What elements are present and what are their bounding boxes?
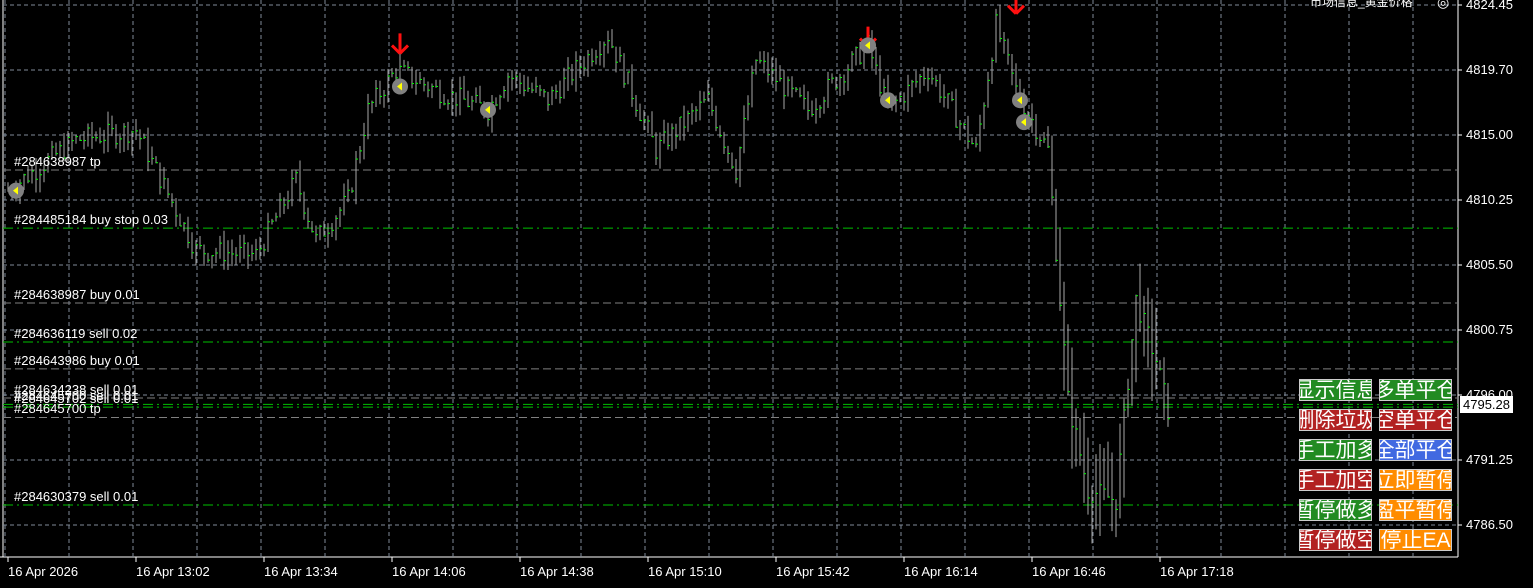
time-axis-label: 16 Apr 13:34 bbox=[264, 564, 338, 579]
time-axis-label: 16 Apr 13:02 bbox=[136, 564, 210, 579]
ea-control-button[interactable]: 手工加多 bbox=[1299, 439, 1372, 461]
sell-arrow-icon bbox=[390, 33, 410, 55]
ea-control-button[interactable]: 盈平暂停 bbox=[1379, 499, 1452, 521]
order-label[interactable]: #284638987 tp bbox=[14, 154, 101, 169]
ea-control-button[interactable]: 手工加空 bbox=[1299, 469, 1372, 491]
button-label: 停止EA bbox=[1380, 529, 1451, 551]
mt4-chart-window[interactable]: 市场信息_黄金价格 ◎ 4824.45 4819.70 4815.00 4810.25… bbox=[0, 0, 1533, 588]
settings-circle-icon[interactable]: ◎ bbox=[1437, 0, 1449, 11]
order-label[interactable]: #284638987 buy 0.01 bbox=[14, 287, 140, 302]
ea-control-button[interactable]: 停止EA bbox=[1379, 529, 1452, 551]
order-label[interactable]: #284636119 sell 0.02 bbox=[14, 326, 137, 341]
button-label: 删除垃圾 bbox=[1300, 409, 1371, 431]
time-axis-label: 16 Apr 17:18 bbox=[1160, 564, 1234, 579]
price-axis-label: 4810.25 bbox=[1466, 192, 1513, 207]
ea-control-button[interactable]: 立即暂停 bbox=[1379, 469, 1452, 491]
chart-info-text: 市场信息_黄金价格 bbox=[1310, 0, 1413, 9]
order-label[interactable]: #284485184 buy stop 0.03 bbox=[14, 212, 168, 227]
ea-control-button[interactable]: 暂停做多 bbox=[1299, 499, 1372, 521]
ea-control-button[interactable]: 全部平仓 bbox=[1379, 439, 1452, 461]
ea-control-button[interactable]: 暂停做空 bbox=[1299, 529, 1372, 551]
time-axis-label: 16 Apr 16:46 bbox=[1032, 564, 1106, 579]
price-axis-label: 4786.50 bbox=[1466, 517, 1513, 532]
time-axis-label: 16 Apr 15:42 bbox=[776, 564, 850, 579]
button-label: 手工加多 bbox=[1300, 439, 1371, 461]
sell-arrow-icon bbox=[1006, 0, 1026, 15]
button-label: 全部平仓 bbox=[1380, 439, 1451, 461]
time-axis-label: 16 Apr 2026 bbox=[8, 564, 79, 579]
ea-control-button[interactable]: 删除垃圾 bbox=[1299, 409, 1372, 431]
button-label: 暂停做多 bbox=[1300, 499, 1371, 521]
button-label: 盈平暂停 bbox=[1380, 499, 1451, 521]
time-axis-label: 16 Apr 14:06 bbox=[392, 564, 466, 579]
button-label: 多单平仓 bbox=[1380, 379, 1451, 401]
order-label[interactable]: #284645700 tp bbox=[14, 401, 101, 416]
button-label: 暂停做空 bbox=[1300, 529, 1371, 551]
price-axis-label: 4805.50 bbox=[1466, 257, 1513, 272]
order-label[interactable]: #284643986 buy 0.01 bbox=[14, 353, 140, 368]
button-label: 空单平仓 bbox=[1380, 409, 1451, 431]
time-axis-label: 16 Apr 14:38 bbox=[520, 564, 594, 579]
current-price-label: 4795.28 bbox=[1460, 396, 1513, 413]
ea-control-button[interactable]: 多单平仓 bbox=[1379, 379, 1452, 401]
ea-control-button[interactable]: 显示信息 bbox=[1299, 379, 1372, 401]
button-label: 显示信息 bbox=[1300, 379, 1371, 401]
button-label: 手工加空 bbox=[1300, 469, 1371, 491]
time-axis-label: 16 Apr 16:14 bbox=[904, 564, 978, 579]
order-label[interactable]: #284630379 sell 0.01 bbox=[14, 489, 138, 504]
ea-control-button[interactable]: 空单平仓 bbox=[1379, 409, 1452, 431]
price-axis-label: 4791.25 bbox=[1466, 452, 1513, 467]
price-axis-label: 4819.70 bbox=[1466, 62, 1513, 77]
time-axis-label: 16 Apr 15:10 bbox=[648, 564, 722, 579]
price-axis-label: 4824.45 bbox=[1466, 0, 1513, 12]
price-axis-label: 4815.00 bbox=[1466, 127, 1513, 142]
button-label: 立即暂停 bbox=[1380, 469, 1451, 491]
price-axis-label: 4800.75 bbox=[1466, 322, 1513, 337]
